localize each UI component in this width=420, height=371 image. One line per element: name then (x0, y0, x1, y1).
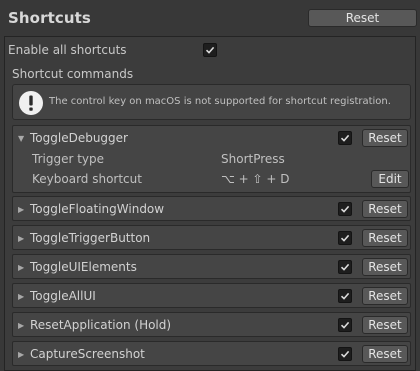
checkmark-icon (205, 46, 215, 54)
command-reset-button[interactable]: Reset (362, 200, 408, 218)
expand-arrow-right-icon[interactable]: ▶ (18, 231, 24, 247)
expand-arrow-right-icon[interactable]: ▶ (18, 260, 24, 276)
checkmark-icon (340, 263, 350, 271)
header: Shortcuts Reset (0, 0, 420, 36)
info-exclamation-icon (19, 91, 43, 115)
info-text: The control key on macOS is not supporte… (49, 96, 391, 107)
enable-all-shortcuts-label: Enable all shortcuts (8, 43, 127, 57)
command-enabled-checkbox[interactable] (338, 318, 352, 332)
command-name[interactable]: ToggleFloatingWindow (30, 200, 164, 218)
page-title: Shortcuts (8, 9, 91, 27)
command-item-capture-screenshot: ▶ CaptureScreenshot Reset (12, 341, 411, 366)
info-help-box: The control key on macOS is not supporte… (12, 84, 411, 120)
checkmark-icon (340, 134, 350, 142)
command-enabled-checkbox[interactable] (338, 131, 352, 145)
shortcut-commands-header: Shortcut commands (12, 67, 134, 81)
checkmark-icon (340, 350, 350, 358)
command-name[interactable]: ToggleTriggerButton (30, 229, 150, 247)
command-enabled-checkbox[interactable] (338, 347, 352, 361)
enable-all-shortcuts-checkbox[interactable] (203, 43, 217, 57)
trigger-type-label: Trigger type (32, 152, 105, 166)
trigger-type-value[interactable]: ShortPress (221, 151, 285, 167)
checkmark-icon (340, 234, 350, 242)
expand-arrow-right-icon[interactable]: ▶ (18, 318, 24, 334)
command-reset-button[interactable]: Reset (362, 287, 408, 305)
command-enabled-checkbox[interactable] (338, 231, 352, 245)
expand-arrow-right-icon[interactable]: ▶ (18, 347, 24, 363)
command-reset-button[interactable]: Reset (362, 258, 408, 276)
command-reset-button[interactable]: Reset (362, 345, 408, 363)
command-item-reset-application: ▶ ResetApplication (Hold) Reset (12, 312, 411, 337)
command-reset-button[interactable]: Reset (362, 316, 408, 334)
command-reset-button[interactable]: Reset (362, 229, 408, 247)
checkmark-icon (340, 205, 350, 213)
edit-shortcut-button[interactable]: Edit (371, 170, 409, 188)
command-reset-button[interactable]: Reset (362, 129, 408, 147)
command-enabled-checkbox[interactable] (338, 289, 352, 303)
command-item-toggle-ui-elements: ▶ ToggleUIElements Reset (12, 254, 411, 279)
expand-arrow-right-icon[interactable]: ▶ (18, 289, 24, 305)
command-enabled-checkbox[interactable] (338, 202, 352, 216)
command-name[interactable]: ToggleUIElements (30, 258, 137, 276)
keyboard-shortcut-label: Keyboard shortcut (32, 172, 142, 186)
reset-all-button[interactable]: Reset (308, 9, 417, 27)
command-item-toggle-all-ui: ▶ ToggleAllUI Reset (12, 283, 411, 308)
command-item-toggle-floating-window: ▶ ToggleFloatingWindow Reset (12, 196, 411, 221)
command-enabled-checkbox[interactable] (338, 260, 352, 274)
command-name[interactable]: ToggleAllUI (30, 287, 96, 305)
command-item-toggle-trigger-button: ▶ ToggleTriggerButton Reset (12, 225, 411, 250)
checkmark-icon (340, 292, 350, 300)
command-item-toggle-debugger: ▼ ToggleDebugger Reset Trigger type Shor… (12, 125, 411, 193)
command-name[interactable]: CaptureScreenshot (30, 345, 145, 363)
command-name[interactable]: ResetApplication (Hold) (30, 316, 171, 334)
checkmark-icon (340, 321, 350, 329)
expand-arrow-down-icon[interactable]: ▼ (18, 131, 24, 147)
keyboard-shortcut-value: ⌥ + ⇧ + D (221, 172, 290, 186)
expand-arrow-right-icon[interactable]: ▶ (18, 202, 24, 218)
command-name[interactable]: ToggleDebugger (30, 129, 128, 147)
